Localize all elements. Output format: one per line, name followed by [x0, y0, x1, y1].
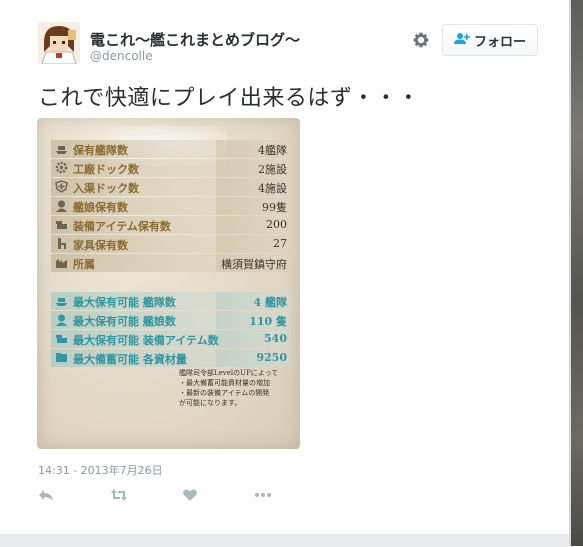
stat-label: 家具保有数	[73, 239, 128, 252]
add-user-icon	[453, 32, 470, 49]
tweet-media-image[interactable]: 保有艦隊数 4艦隊 工廠ドック数 2施設 入渠ドック数 4施設 艦娘保有数 99…	[37, 118, 300, 449]
stat-label: 入渠ドック数	[73, 182, 139, 195]
max-stat-label: 最大備蓄可能 各資材量	[73, 353, 187, 366]
max-stat-row: 最大保有可能 艦隊数 4 艦隊	[51, 292, 291, 310]
stat-value: 横須賀鎮守府	[221, 258, 287, 271]
more-options-icon[interactable]	[254, 487, 272, 505]
stat-label: 保有艦隊数	[73, 144, 128, 157]
stat-row: 装備アイテム保有数 200	[51, 216, 291, 234]
stat-row: 入渠ドック数 4施設	[51, 178, 291, 196]
stat-label: 装備アイテム保有数	[73, 220, 171, 233]
equipment-icon	[56, 221, 67, 229]
tweet-actions	[38, 487, 288, 507]
max-stat-row: 最大備蓄可能 各資材量 9250	[51, 349, 291, 367]
media-note: 艦隊司令部LevelのUPによって ・最大備蓄可能資材量の増加 ・最新の装備アイ…	[179, 368, 294, 408]
shipgirl-icon	[56, 314, 67, 326]
tweet-card: 電これ〜艦これまとめブログ〜 @dencolle フォロー これで快適にプレイ出…	[0, 0, 569, 534]
shipgirl-icon	[56, 200, 67, 212]
max-stat-value: 540	[264, 332, 287, 345]
stat-value: 2施設	[258, 163, 287, 176]
follow-label: フォロー	[473, 34, 526, 50]
stat-label: 工廠ドック数	[73, 163, 139, 176]
author-name[interactable]: 電これ〜艦これまとめブログ〜	[90, 29, 300, 50]
background-photo-edge	[569, 0, 583, 546]
equipment-icon	[56, 335, 67, 343]
note-line: ・最大備蓄可能資材量の増加	[179, 379, 270, 387]
tweet-timestamp[interactable]: 14:31 - 2013年7月26日	[38, 462, 163, 478]
repair-dock-icon	[55, 180, 68, 193]
stat-value: 4施設	[258, 182, 287, 195]
gear-icon[interactable]	[412, 31, 430, 49]
stat-label: 艦娘保有数	[73, 201, 128, 214]
arsenal-gear-icon	[55, 161, 68, 174]
fleet-icon	[56, 298, 67, 306]
follow-button[interactable]: フォロー	[442, 24, 538, 56]
max-stat-value: 110 隻	[249, 315, 287, 328]
stat-label: 所属	[73, 258, 95, 271]
max-stat-value: 9250	[256, 351, 287, 364]
furniture-icon	[58, 238, 66, 249]
reply-icon[interactable]	[38, 487, 56, 505]
avatar[interactable]	[38, 22, 80, 64]
card-bottom-divider	[0, 534, 569, 547]
max-stat-value: 4 艦隊	[253, 296, 287, 309]
stat-value: 27	[273, 237, 287, 250]
max-stat-row: 最大保有可能 艦娘数 110 隻	[51, 311, 291, 329]
note-line: ・最新の装備アイテムの開発	[179, 389, 270, 397]
stat-row: 艦娘保有数 99隻	[51, 197, 291, 215]
stat-row: 所属 横須賀鎮守府	[51, 254, 291, 272]
stat-row: 家具保有数 27	[51, 235, 291, 253]
author-handle[interactable]: @dencolle	[90, 49, 153, 63]
max-stat-row: 最大保有可能 装備アイテム数 540	[51, 330, 291, 348]
stat-value: 200	[266, 218, 287, 231]
max-stat-label: 最大保有可能 艦隊数	[73, 296, 176, 309]
stat-row: 保有艦隊数 4艦隊	[51, 140, 291, 158]
base-icon	[56, 259, 67, 268]
retweet-icon[interactable]	[110, 487, 128, 505]
stat-value: 99隻	[262, 201, 287, 214]
materials-icon	[56, 353, 67, 362]
note-line: が可能になります。	[179, 399, 242, 407]
max-stat-label: 最大保有可能 装備アイテム数	[73, 334, 219, 347]
tweet-text: これで快適にプレイ出来るはず・・・	[38, 86, 420, 111]
max-stat-label: 最大保有可能 艦娘数	[73, 315, 176, 328]
heart-icon[interactable]	[182, 487, 200, 505]
stat-value: 4艦隊	[258, 144, 287, 157]
note-line: 艦隊司令部LevelのUPによって	[179, 369, 279, 377]
stat-row: 工廠ドック数 2施設	[51, 159, 291, 177]
fleet-icon	[56, 146, 67, 154]
